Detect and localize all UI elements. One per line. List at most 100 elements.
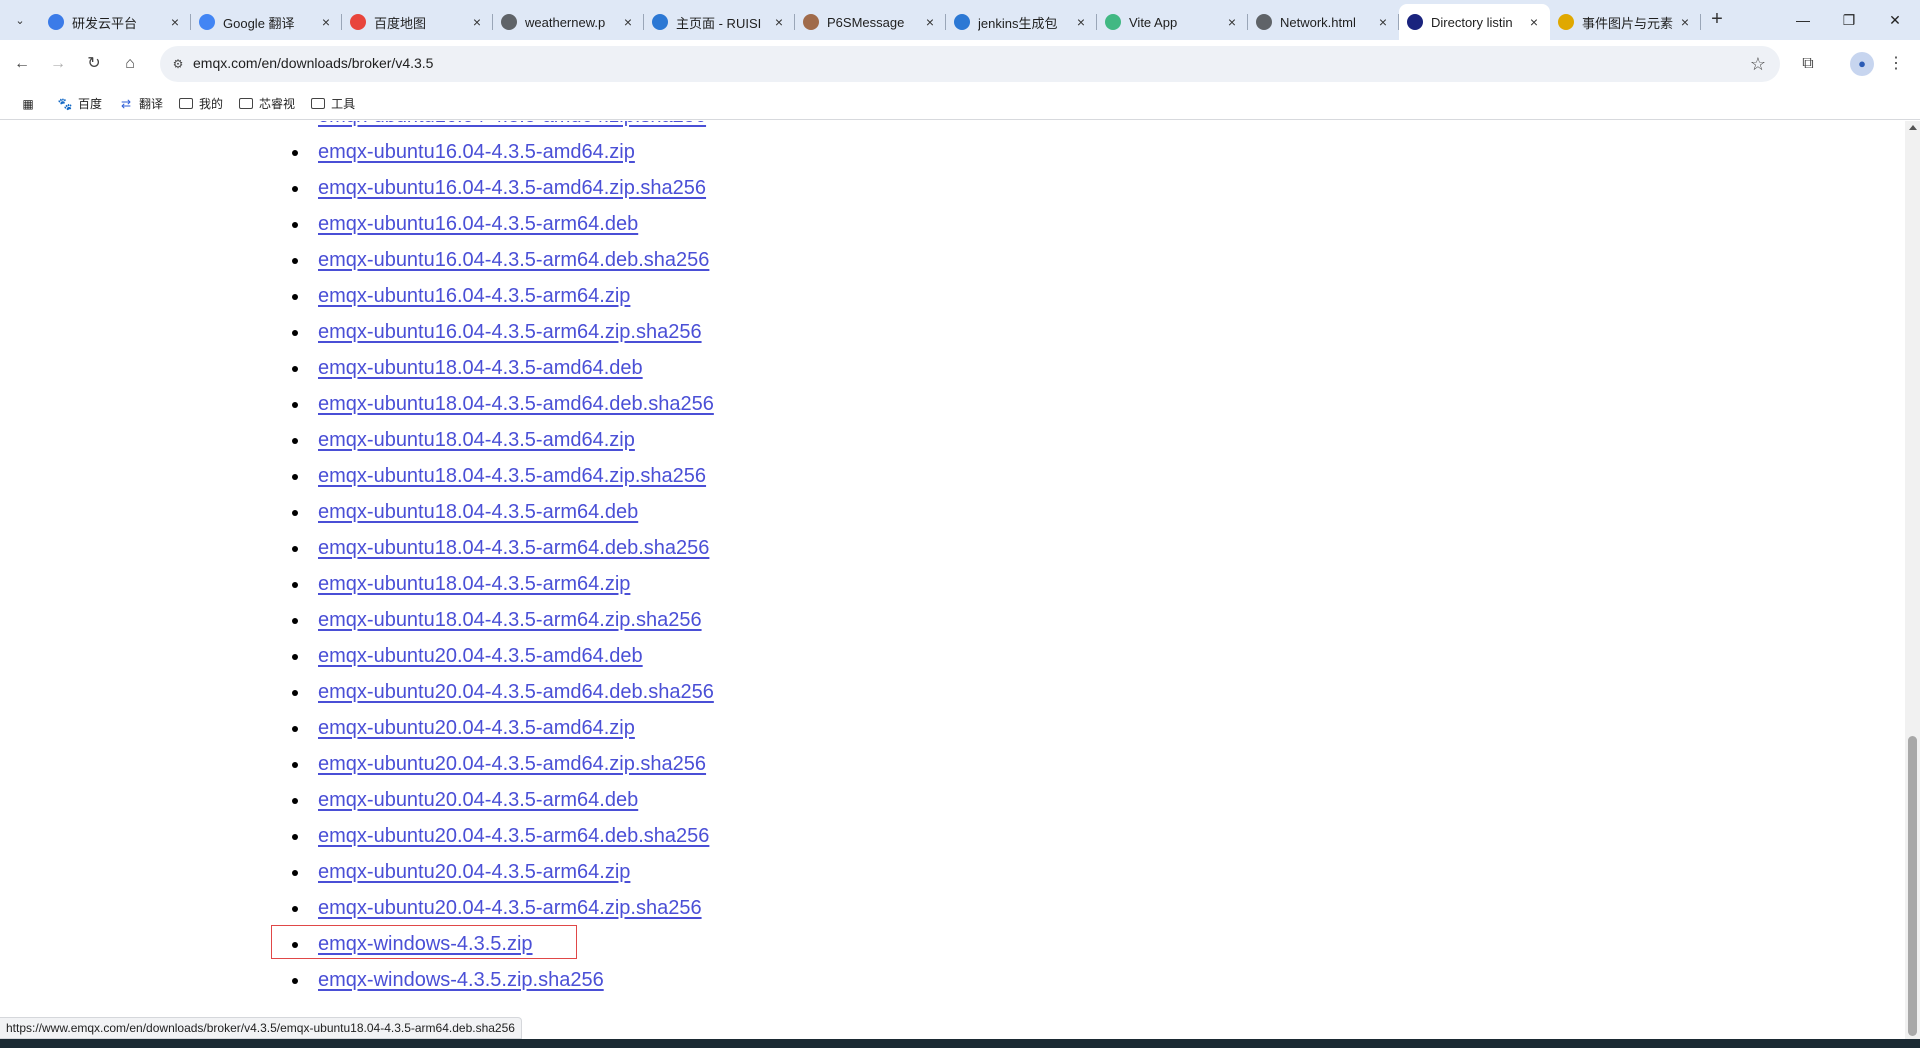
browser-toolbar: ← → ↻ ⌂ ⚙ emqx.com/en/downloads/broker/v… bbox=[0, 40, 1920, 88]
file-link[interactable]: emqx-ubuntu18.04-4.3.5-arm64.zip.sha256 bbox=[318, 609, 702, 631]
reload-button[interactable]: ↻ bbox=[82, 52, 106, 76]
bookmark-3[interactable]: 芯睿视 bbox=[233, 92, 301, 116]
address-url[interactable]: emqx.com/en/downloads/broker/v4.3.5 bbox=[193, 55, 433, 71]
page-content: emqx-ubuntu16.04-4.3.5-amd64.zip.sha256 e… bbox=[0, 121, 1905, 1039]
address-bar[interactable]: ⚙ emqx.com/en/downloads/broker/v4.3.5 ☆ bbox=[160, 46, 1780, 82]
tab-9[interactable]: Directory listin × bbox=[1399, 4, 1550, 40]
file-link[interactable]: emqx-windows-4.3.5.zip.sha256 bbox=[318, 969, 604, 991]
tab-title: weathernew.p bbox=[525, 14, 606, 30]
forward-button[interactable]: → bbox=[46, 52, 70, 76]
reload-icon: ↻ bbox=[87, 55, 101, 72]
close-tab-icon[interactable]: × bbox=[318, 14, 334, 30]
close-tab-icon[interactable]: × bbox=[1526, 14, 1542, 30]
file-link[interactable]: emqx-ubuntu18.04-4.3.5-amd64.zip.sha256 bbox=[318, 465, 706, 487]
cloud-icon bbox=[48, 14, 64, 30]
home-button[interactable]: ⌂ bbox=[118, 52, 142, 76]
menu-button[interactable]: ⋮ bbox=[1884, 52, 1908, 76]
file-link[interactable]: emqx-ubuntu18.04-4.3.5-amd64.deb.sha256 bbox=[318, 393, 714, 415]
tab-10[interactable]: 事件图片与元素 × bbox=[1550, 6, 1701, 38]
file-link[interactable]: emqx-ubuntu16.04-4.3.5-arm64.deb.sha256 bbox=[318, 249, 709, 271]
bookmark-0[interactable]: 🐾 百度 bbox=[51, 92, 108, 116]
file-link[interactable]: emqx-ubuntu16.04-4.3.5-amd64.zip bbox=[318, 141, 635, 163]
restore-icon: ❐ bbox=[1842, 11, 1856, 28]
home-icon: ⌂ bbox=[125, 55, 135, 72]
link-preview-status: https://www.emqx.com/en/downloads/broker… bbox=[0, 1017, 522, 1039]
scroll-up-arrow-icon[interactable] bbox=[1909, 125, 1917, 130]
minimize-button[interactable]: — bbox=[1780, 0, 1826, 40]
baidu-icon: 🐾 bbox=[57, 96, 73, 111]
bookmark-1[interactable]: ⇄ 翻译 bbox=[112, 92, 169, 116]
bookmark-2[interactable]: 我的 bbox=[173, 92, 229, 116]
arrow-left-icon: ← bbox=[14, 55, 30, 72]
new-tab-button[interactable]: + bbox=[1705, 8, 1729, 32]
close-tab-icon[interactable]: × bbox=[1375, 14, 1391, 30]
list-item: emqx-ubuntu20.04-4.3.5-arm64.zip.sha256 bbox=[0, 890, 714, 926]
close-tab-icon[interactable]: × bbox=[167, 14, 183, 30]
bookmark-label: 翻译 bbox=[139, 97, 164, 111]
puzzle-icon: ⧉ bbox=[1802, 55, 1814, 72]
tab-title: Google 翻译 bbox=[223, 15, 295, 31]
list-item: emqx-windows-4.3.5.zip.sha256 bbox=[0, 962, 714, 998]
file-link[interactable]: emqx-ubuntu20.04-4.3.5-amd64.deb.sha256 bbox=[318, 681, 714, 703]
file-link[interactable]: emqx-ubuntu16.04-4.3.5-arm64.deb bbox=[318, 213, 638, 235]
list-item: emqx-ubuntu18.04-4.3.5-amd64.deb.sha256 bbox=[0, 386, 714, 422]
tab-title: 主页面 - RUISI bbox=[676, 15, 762, 31]
file-link[interactable]: emqx-ubuntu20.04-4.3.5-amd64.zip.sha256 bbox=[318, 753, 706, 775]
file-link[interactable]: emqx-ubuntu16.04-4.3.5-amd64.zip.sha256 bbox=[318, 177, 706, 199]
close-tab-icon[interactable]: × bbox=[1224, 14, 1240, 30]
tab-search-button[interactable]: ⌄ bbox=[8, 8, 32, 32]
file-link[interactable]: emqx-ubuntu18.04-4.3.5-amd64.zip bbox=[318, 429, 635, 451]
file-link[interactable]: emqx-ubuntu16.04-4.3.5-amd64.zip.sha256 bbox=[318, 121, 706, 127]
more-vertical-icon: ⋮ bbox=[1888, 55, 1904, 72]
file-link[interactable]: emqx-ubuntu18.04-4.3.5-arm64.deb bbox=[318, 501, 638, 523]
tab-1[interactable]: Google 翻译 × bbox=[191, 6, 342, 38]
bookmark-4[interactable]: 工具 bbox=[305, 92, 361, 116]
site-info-icon[interactable]: ⚙ bbox=[170, 56, 186, 72]
file-link[interactable]: emqx-ubuntu18.04-4.3.5-arm64.zip bbox=[318, 573, 630, 595]
apps-button[interactable]: ▦ bbox=[14, 92, 47, 116]
tab-4[interactable]: 主页面 - RUISI × bbox=[644, 6, 795, 38]
close-tab-icon[interactable]: × bbox=[469, 14, 485, 30]
extensions-button[interactable]: ⧉ bbox=[1796, 52, 1820, 76]
close-tab-icon[interactable]: × bbox=[771, 14, 787, 30]
tab-0[interactable]: 研发云平台 × bbox=[40, 6, 191, 38]
tab-7[interactable]: Vite App × bbox=[1097, 6, 1248, 38]
tab-3[interactable]: weathernew.p × bbox=[493, 6, 644, 38]
document-icon bbox=[1407, 14, 1423, 30]
scrollbar-thumb[interactable] bbox=[1908, 736, 1917, 1036]
list-item: emqx-ubuntu20.04-4.3.5-amd64.zip.sha256 bbox=[0, 746, 714, 782]
close-tab-icon[interactable]: × bbox=[922, 14, 938, 30]
vertical-scrollbar[interactable] bbox=[1905, 121, 1920, 1039]
close-window-button[interactable]: ✕ bbox=[1872, 0, 1918, 40]
close-tab-icon[interactable]: × bbox=[620, 14, 636, 30]
file-link[interactable]: emqx-ubuntu20.04-4.3.5-amd64.zip bbox=[318, 717, 635, 739]
list-item: emqx-ubuntu16.04-4.3.5-arm64.zip bbox=[0, 278, 714, 314]
tab-8[interactable]: Network.html × bbox=[1248, 6, 1399, 38]
file-link[interactable]: emqx-ubuntu18.04-4.3.5-amd64.deb bbox=[318, 357, 643, 379]
tab-5[interactable]: P6SMessage × bbox=[795, 6, 946, 38]
file-link[interactable]: emqx-ubuntu18.04-4.3.5-arm64.deb.sha256 bbox=[318, 537, 709, 559]
globe-icon bbox=[1256, 14, 1272, 30]
file-link[interactable]: emqx-ubuntu16.04-4.3.5-arm64.zip.sha256 bbox=[318, 321, 702, 343]
list-item: emqx-ubuntu20.04-4.3.5-arm64.deb bbox=[0, 782, 714, 818]
file-link[interactable]: emqx-ubuntu20.04-4.3.5-arm64.zip.sha256 bbox=[318, 897, 702, 919]
list-item: emqx-ubuntu18.04-4.3.5-arm64.deb bbox=[0, 494, 714, 530]
list-item: emqx-ubuntu18.04-4.3.5-arm64.zip bbox=[0, 566, 714, 602]
file-link[interactable]: emqx-ubuntu20.04-4.3.5-arm64.deb.sha256 bbox=[318, 825, 709, 847]
file-link[interactable]: emqx-ubuntu20.04-4.3.5-amd64.deb bbox=[318, 645, 643, 667]
list-item: emqx-ubuntu20.04-4.3.5-amd64.deb.sha256 bbox=[0, 674, 714, 710]
tab-2[interactable]: 百度地图 × bbox=[342, 6, 493, 38]
file-link[interactable]: emqx-ubuntu20.04-4.3.5-arm64.deb bbox=[318, 789, 638, 811]
bookmark-star-icon[interactable]: ☆ bbox=[1750, 54, 1766, 75]
back-button[interactable]: ← bbox=[10, 52, 34, 76]
profile-avatar[interactable]: ● bbox=[1850, 52, 1874, 76]
close-tab-icon[interactable]: × bbox=[1677, 14, 1693, 30]
file-link[interactable]: emqx-ubuntu20.04-4.3.5-arm64.zip bbox=[318, 861, 630, 883]
tab-title: 事件图片与元素 bbox=[1582, 15, 1674, 31]
tab-6[interactable]: jenkins生成包 × bbox=[946, 6, 1097, 38]
close-tab-icon[interactable]: × bbox=[1073, 14, 1089, 30]
list-item: emqx-ubuntu20.04-4.3.5-amd64.zip bbox=[0, 710, 714, 746]
tab-title: Directory listin bbox=[1431, 14, 1513, 30]
file-link[interactable]: emqx-ubuntu16.04-4.3.5-arm64.zip bbox=[318, 285, 630, 307]
restore-button[interactable]: ❐ bbox=[1826, 0, 1872, 40]
